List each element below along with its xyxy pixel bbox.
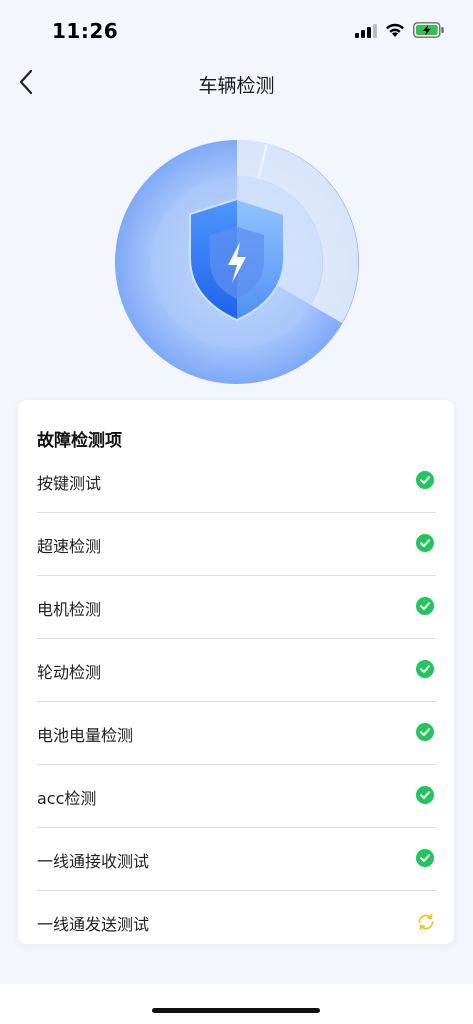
fault-item-single-wire-receive[interactable]: 一线通接收测试 [37,828,436,891]
fault-item-wheel-rotation[interactable]: 轮动检测 [37,639,436,702]
item-label: 电机检测 [37,600,102,619]
wifi-icon [385,23,405,42]
item-label: 一线通发送测试 [37,915,150,934]
check-circle-icon [416,534,434,552]
check-circle-icon [416,660,434,678]
check-circle-icon [416,597,434,615]
home-indicator-bar[interactable] [152,1008,320,1013]
fault-detection-card: 故障检测项 按键测试 超速检测 电机检测 轮动检测 电池电量检测 acc检测 一… [18,400,454,944]
check-circle-icon [416,471,434,489]
battery-charging-icon [413,22,445,42]
check-circle-icon [416,723,434,741]
detection-scan-graphic [112,137,362,387]
fault-item-key-test[interactable]: 按键测试 [37,450,436,513]
status-icons [355,22,445,42]
item-label: 电池电量检测 [37,726,134,745]
item-label: acc检测 [37,789,97,808]
cellular-signal-icon [355,23,377,42]
fault-item-overspeed[interactable]: 超速检测 [37,513,436,576]
nav-bar: 车辆检测 [0,60,473,108]
page-title: 车辆检测 [198,75,275,97]
status-time: 11:26 [52,19,119,43]
home-indicator-area [0,984,473,1024]
status-bar: 11:26 [0,0,473,60]
loading-refresh-icon [416,912,434,931]
fault-item-acc[interactable]: acc检测 [37,765,436,828]
fault-item-motor[interactable]: 电机检测 [37,576,436,639]
check-circle-icon [416,786,434,804]
item-label: 按键测试 [37,474,102,493]
fault-item-battery-level[interactable]: 电池电量检测 [37,702,436,765]
item-label: 轮动检测 [37,663,102,682]
fault-item-single-wire-send[interactable]: 一线通发送测试 [37,891,436,953]
fault-item-list: 按键测试 超速检测 电机检测 轮动检测 电池电量检测 acc检测 一线通接收测试… [37,450,436,953]
card-title: 故障检测项 [37,431,122,451]
item-label: 一线通接收测试 [37,852,150,871]
item-label: 超速检测 [37,537,102,556]
check-circle-icon [416,849,434,867]
